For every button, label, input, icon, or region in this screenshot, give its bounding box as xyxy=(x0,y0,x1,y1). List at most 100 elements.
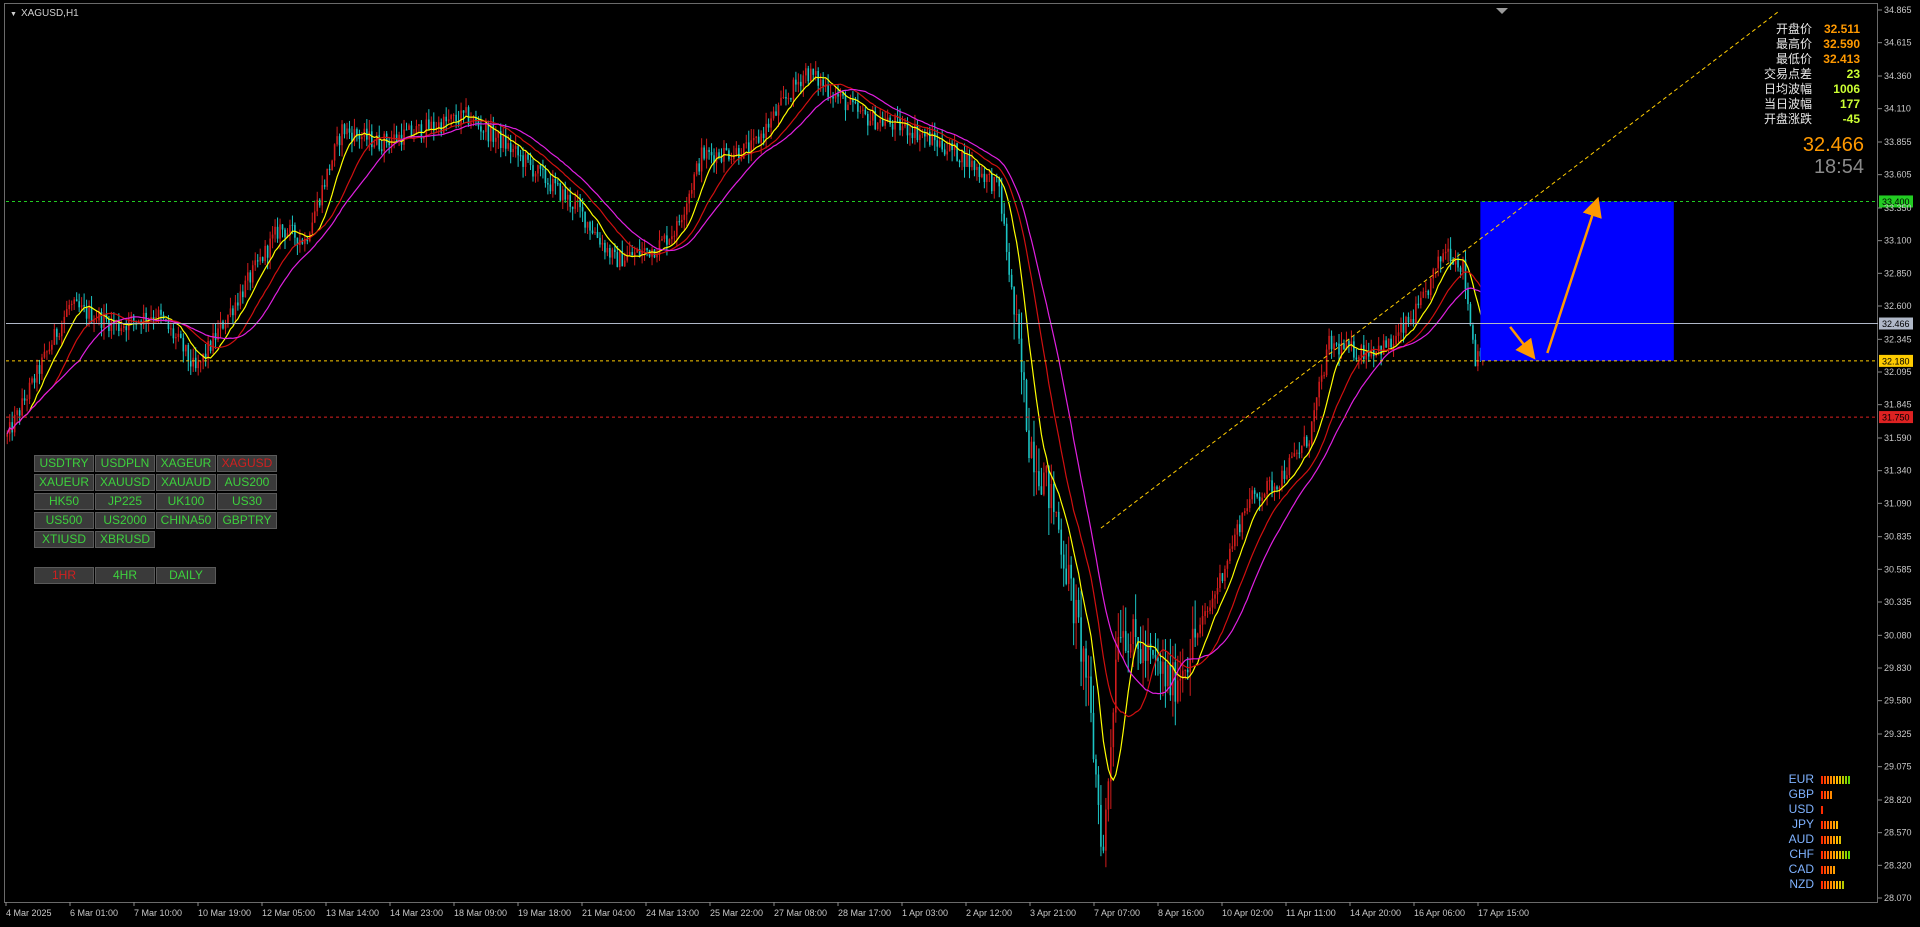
y-axis-tick-label: 31.340 xyxy=(1884,466,1912,476)
candle-body xyxy=(507,143,509,149)
candle-body xyxy=(408,125,410,130)
candle-body xyxy=(1303,436,1306,446)
candle-body xyxy=(284,229,286,238)
candle-body xyxy=(710,152,713,156)
strength-row: USD xyxy=(1772,802,1850,817)
symbol-button-xbrusd[interactable]: XBRUSD xyxy=(95,531,155,548)
currency-label: JPY xyxy=(1791,817,1814,831)
candle-body xyxy=(485,124,487,132)
candle-body xyxy=(1038,471,1040,487)
symbol-button-xageur[interactable]: XAGEUR xyxy=(156,455,216,472)
symbol-button-usdtry[interactable]: USDTRY xyxy=(34,455,94,472)
y-axis-tick-label: 31.090 xyxy=(1884,498,1912,508)
candle-body xyxy=(358,135,361,140)
chart-shift-marker-icon xyxy=(1496,8,1508,14)
symbol-button-us2000[interactable]: US2000 xyxy=(95,512,155,529)
candle-body xyxy=(1085,648,1087,678)
candle-body xyxy=(762,133,765,139)
symbol-button-hk50[interactable]: HK50 xyxy=(34,493,94,510)
candle-body xyxy=(772,111,775,119)
candle-body xyxy=(683,214,686,220)
candle-body xyxy=(775,111,777,116)
candle-body xyxy=(1211,598,1214,608)
candle-body xyxy=(1263,493,1266,498)
candle-body xyxy=(430,121,433,130)
symbol-button-gbptry[interactable]: GBPTRY xyxy=(217,512,277,529)
symbol-button-xaueur[interactable]: XAUEUR xyxy=(34,474,94,491)
candle-body xyxy=(623,260,626,267)
candle-body xyxy=(524,154,527,167)
timeframe-button-4hr[interactable]: 4HR xyxy=(95,567,155,584)
symbol-button-aus200[interactable]: AUS200 xyxy=(217,474,277,491)
y-axis-tick-label: 33.100 xyxy=(1884,236,1912,246)
candle-body xyxy=(1335,343,1338,345)
candle-body xyxy=(795,79,797,85)
symbol-button-us500[interactable]: US500 xyxy=(34,512,94,529)
strength-bars xyxy=(1821,835,1841,844)
candle-body xyxy=(78,301,80,308)
timeframe-button-daily[interactable]: DAILY xyxy=(156,567,216,584)
candle-body xyxy=(1281,470,1283,488)
candle-body xyxy=(614,249,616,253)
symbol-button-jp225[interactable]: JP225 xyxy=(95,493,155,510)
candle-body xyxy=(1407,316,1410,323)
candle-body xyxy=(495,137,497,142)
symbol-button-us30[interactable]: US30 xyxy=(217,493,277,510)
candle-body xyxy=(973,160,976,170)
candle-body xyxy=(1469,304,1472,326)
candle-body xyxy=(1226,560,1229,569)
candle-body xyxy=(901,126,904,131)
timeframe-button-1hr[interactable]: 1HR xyxy=(34,567,94,584)
symbol-button-xauusd[interactable]: XAUUSD xyxy=(95,474,155,491)
currency-label: USD xyxy=(1788,802,1814,816)
candle-body xyxy=(1410,319,1412,323)
symbol-button-xtiusd[interactable]: XTIUSD xyxy=(34,531,94,548)
candle-body xyxy=(966,154,968,167)
candle-body xyxy=(847,104,849,111)
dropdown-triangle-icon[interactable]: ▼ xyxy=(10,11,17,18)
info-row: 当日波幅 177 xyxy=(1764,97,1860,112)
candle-body xyxy=(891,124,894,130)
candle-body xyxy=(765,123,767,139)
strength-bar xyxy=(1821,865,1823,874)
candle-body xyxy=(837,93,839,97)
candle-body xyxy=(822,79,824,87)
candle-body xyxy=(666,235,668,245)
candle-body xyxy=(705,149,708,159)
candle-body xyxy=(1015,313,1018,315)
price-chart[interactable]: 33.40032.46632.18031.75034.86534.61534.3… xyxy=(0,0,1920,927)
candle-body xyxy=(1090,676,1092,713)
candle-body xyxy=(658,240,661,256)
strength-bar xyxy=(1830,880,1832,889)
candle-body xyxy=(261,257,264,262)
y-axis-tick-label: 32.600 xyxy=(1884,301,1912,311)
y-axis-tick-label: 30.835 xyxy=(1884,532,1912,542)
candle-body xyxy=(1323,375,1325,377)
strength-bar xyxy=(1836,820,1838,829)
candle-body xyxy=(894,116,896,130)
symbol-button-china50[interactable]: CHINA50 xyxy=(156,512,216,529)
candle-body xyxy=(911,132,914,139)
symbol-button-uk100[interactable]: UK100 xyxy=(156,493,216,510)
candle-body xyxy=(1459,267,1462,273)
candle-body xyxy=(1397,332,1400,336)
candle-body xyxy=(1449,248,1452,262)
symbol-button-xagusd[interactable]: XAGUSD xyxy=(217,455,277,472)
candle-body xyxy=(80,305,83,308)
candle-body xyxy=(844,95,847,111)
info-row: 最低价 32.413 xyxy=(1764,52,1860,67)
candle-body xyxy=(237,302,239,306)
symbol-button-usdpln[interactable]: USDPLN xyxy=(95,455,155,472)
candle-body xyxy=(1241,513,1244,533)
candle-body xyxy=(1363,345,1365,360)
candle-body xyxy=(661,238,663,241)
candle-body xyxy=(1266,481,1268,494)
candle-body xyxy=(65,309,68,317)
currency-strength-meter: EUR GBP USD JPY AUD CHF CAD NZD xyxy=(1772,772,1850,892)
candle-body xyxy=(323,185,326,187)
candle-body xyxy=(6,433,9,437)
strength-bar xyxy=(1833,820,1835,829)
symbol-button-xauaud[interactable]: XAUAUD xyxy=(156,474,216,491)
info-value: 177 xyxy=(1839,97,1860,111)
candle-body xyxy=(1112,712,1115,748)
